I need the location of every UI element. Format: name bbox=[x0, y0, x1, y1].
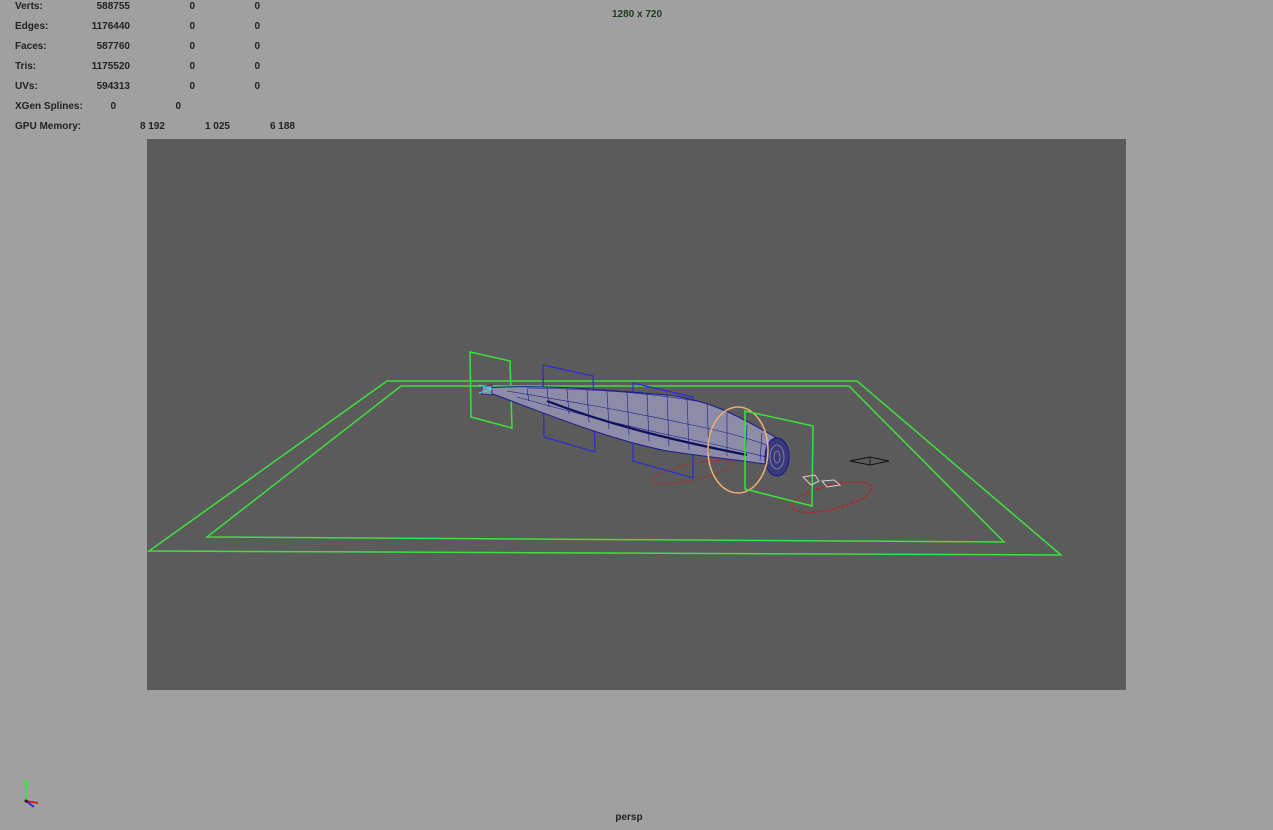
hud-value-selected: 0 bbox=[189, 81, 195, 92]
3d-viewport[interactable] bbox=[147, 139, 1126, 690]
body-mesh[interactable] bbox=[481, 384, 783, 466]
camera-name-label: persp bbox=[615, 812, 643, 823]
hud-label: GPU Memory: bbox=[15, 121, 82, 132]
hud-value-selected: 0 bbox=[189, 1, 195, 12]
hud-value-selected: 0 bbox=[189, 41, 195, 52]
hud-value-used: 1 025 bbox=[204, 121, 230, 132]
scene-canvas[interactable] bbox=[147, 139, 1126, 690]
hud-label: Edges: bbox=[15, 21, 49, 32]
hud-label: Faces: bbox=[15, 41, 47, 52]
hud-value-component: 0 bbox=[254, 41, 260, 52]
hud-row-faces: Faces: 587760 0 0 bbox=[15, 40, 315, 54]
hud-row-tris: Tris: 1175520 0 0 bbox=[15, 60, 315, 74]
hud-value-total: 8 192 bbox=[139, 121, 165, 132]
hud-value-selected: 0 bbox=[175, 101, 181, 112]
mid-ground-ring[interactable] bbox=[649, 455, 734, 488]
mouth-mesh[interactable] bbox=[764, 437, 790, 477]
resolution-gate-label: 1280 x 720 bbox=[611, 9, 663, 20]
hud-row-uvs: UVs: 594313 0 0 bbox=[15, 80, 315, 94]
heads-up-display: Verts: 588755 0 0 Edges: 1176440 0 0 Fac… bbox=[0, 0, 330, 140]
hud-value-object: 588755 bbox=[96, 1, 130, 12]
hud-value-object: 594313 bbox=[96, 81, 130, 92]
xyz-axis-gizmo-icon bbox=[14, 776, 48, 812]
hud-value-object: 1176440 bbox=[91, 21, 130, 32]
hud-row-gpu-memory: GPU Memory: 8 192 1 025 6 188 bbox=[15, 120, 315, 134]
head-ground-ring[interactable] bbox=[789, 475, 874, 518]
hud-label: Verts: bbox=[15, 1, 43, 12]
hud-value-object: 1175520 bbox=[91, 61, 130, 72]
locator-icon[interactable] bbox=[849, 456, 890, 466]
hud-value-component: 0 bbox=[254, 61, 260, 72]
hud-value-object: 0 bbox=[110, 101, 116, 112]
hud-value-component: 0 bbox=[254, 81, 260, 92]
hud-label: UVs: bbox=[15, 81, 38, 92]
hud-row-verts: Verts: 588755 0 0 bbox=[15, 0, 315, 14]
hud-value-free: 6 188 bbox=[269, 121, 295, 132]
hud-value-object: 587760 bbox=[96, 41, 130, 52]
hud-label: Tris: bbox=[15, 61, 37, 72]
hud-row-edges: Edges: 1176440 0 0 bbox=[15, 20, 315, 34]
hud-value-selected: 0 bbox=[189, 61, 195, 72]
hud-value-selected: 0 bbox=[189, 21, 195, 32]
hud-value-component: 0 bbox=[254, 21, 260, 32]
hud-value-component: 0 bbox=[254, 1, 260, 12]
arrow-control-icon[interactable] bbox=[801, 474, 842, 488]
hud-row-xgen-splines: XGen Splines: 0 0 bbox=[15, 100, 315, 114]
